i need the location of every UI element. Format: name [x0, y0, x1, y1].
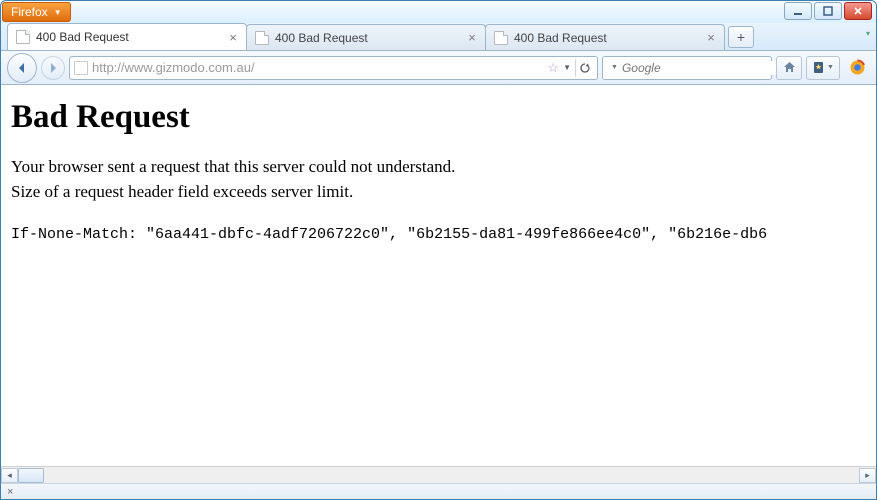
reload-button[interactable] [575, 59, 593, 77]
page-icon [255, 31, 269, 45]
url-bar[interactable]: ☆ ▼ [69, 56, 598, 80]
error-line-1: Your browser sent a request that this se… [11, 156, 866, 179]
forward-button [41, 56, 65, 80]
page-icon [16, 30, 30, 44]
close-button[interactable] [844, 2, 872, 20]
tab-close-icon[interactable]: × [465, 31, 479, 45]
tab-title: 400 Bad Request [36, 30, 129, 44]
url-input[interactable] [92, 60, 543, 75]
maximize-button[interactable] [814, 2, 842, 20]
back-button[interactable] [7, 53, 37, 83]
search-engine-chevron-icon[interactable]: ▼ [611, 64, 618, 71]
tab-2[interactable]: 400 Bad Request × [485, 24, 725, 50]
plus-icon: + [737, 29, 745, 45]
status-bar: × [1, 483, 876, 499]
scroll-left-button[interactable]: ◂ [1, 468, 18, 483]
error-raw-header: If-None-Match: "6aa441-dbfc-4adf7206722c… [11, 226, 866, 243]
tab-0[interactable]: 400 Bad Request × [7, 23, 247, 50]
search-input[interactable] [622, 61, 779, 75]
page-content: Bad Request Your browser sent a request … [1, 85, 876, 467]
firefox-menu-button[interactable]: Firefox ▼ [2, 2, 71, 22]
scroll-thumb[interactable] [18, 468, 44, 483]
tab-title: 400 Bad Request [275, 31, 368, 45]
home-button[interactable] [776, 56, 802, 80]
window-titlebar: Firefox ▼ [1, 1, 876, 23]
list-all-tabs-icon[interactable]: ▾ [866, 29, 870, 38]
horizontal-scrollbar[interactable]: ◂ ▸ [1, 466, 876, 483]
new-tab-button[interactable]: + [728, 26, 754, 48]
window-controls [784, 2, 872, 20]
chevron-down-icon: ▼ [827, 64, 834, 71]
scroll-right-button[interactable]: ▸ [859, 468, 876, 483]
error-heading: Bad Request [11, 99, 866, 136]
addon-button[interactable] [844, 56, 870, 80]
bookmark-star-icon[interactable]: ☆ [547, 60, 559, 76]
bookmarks-menu-button[interactable]: ▼ [806, 56, 840, 80]
tab-1[interactable]: 400 Bad Request × [246, 24, 486, 50]
scroll-track[interactable] [18, 468, 859, 483]
statusbar-close-icon[interactable]: × [7, 486, 13, 498]
site-favicon-icon [74, 61, 88, 75]
error-line-2: Size of a request header field exceeds s… [11, 181, 866, 204]
tab-title: 400 Bad Request [514, 31, 607, 45]
tab-close-icon[interactable]: × [226, 30, 240, 44]
search-bar[interactable]: ▼ [602, 56, 772, 80]
chevron-down-icon: ▼ [54, 8, 62, 17]
page-icon [494, 31, 508, 45]
dropdown-icon[interactable]: ▼ [563, 63, 571, 72]
minimize-button[interactable] [784, 2, 812, 20]
navigation-toolbar: ☆ ▼ ▼ ▼ [1, 51, 876, 85]
tab-close-icon[interactable]: × [704, 31, 718, 45]
firefox-menu-label: Firefox [11, 5, 48, 19]
tab-strip: 400 Bad Request × 400 Bad Request × 400 … [1, 23, 876, 51]
